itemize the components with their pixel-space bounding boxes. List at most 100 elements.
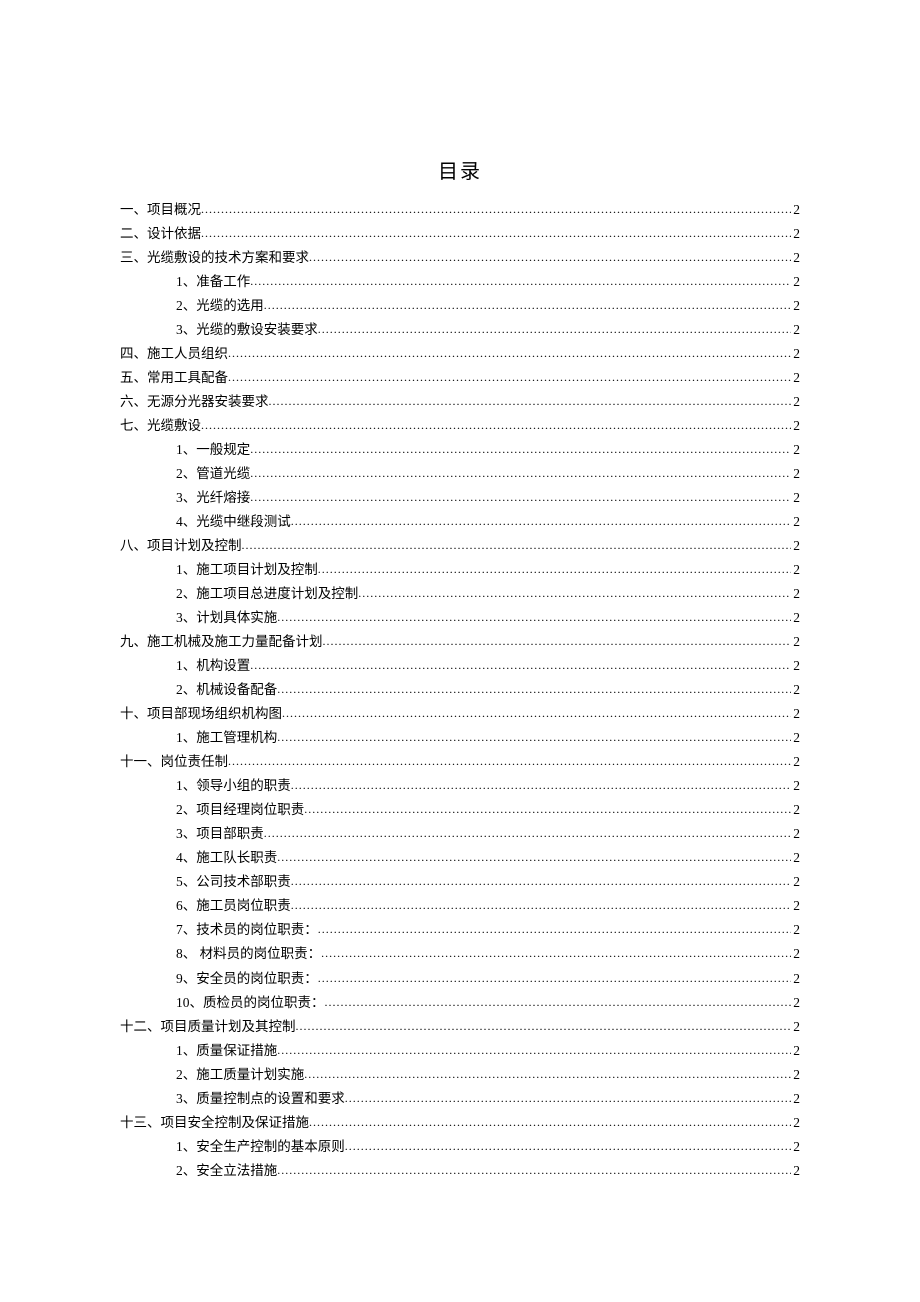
- toc-entry-label: 6、施工员岗位职责: [176, 894, 291, 918]
- toc-entry[interactable]: 九、施工机械及施工力量配备计划2: [120, 630, 800, 654]
- toc-dots: [250, 439, 791, 460]
- toc-entry[interactable]: 1、领导小组的职责2: [120, 774, 800, 798]
- toc-entry[interactable]: 4、光缆中继段测试2: [120, 510, 800, 534]
- toc-dots: [291, 511, 792, 532]
- toc-entry[interactable]: 2、机械设备配备2: [120, 678, 800, 702]
- toc-dots: [318, 968, 792, 989]
- toc-entry[interactable]: 八、项目计划及控制2: [120, 534, 800, 558]
- toc-entry[interactable]: 8、 材料员的岗位职责：2: [120, 942, 800, 966]
- toc-entry[interactable]: 一、项目概况2: [120, 198, 800, 222]
- toc-entry-label: 七、光缆敷设: [120, 414, 201, 438]
- toc-entry[interactable]: 十二、项目质量计划及其控制2: [120, 1015, 800, 1039]
- toc-entry-page: 2: [791, 774, 800, 798]
- toc-entry[interactable]: 2、管道光缆2: [120, 462, 800, 486]
- toc-entry-label: 1、施工管理机构: [176, 726, 277, 750]
- toc-entry-label: 一、项目概况: [120, 198, 201, 222]
- toc-dots: [277, 727, 791, 748]
- toc-entry[interactable]: 十一、岗位责任制2: [120, 750, 800, 774]
- toc-entry[interactable]: 1、一般规定2: [120, 438, 800, 462]
- toc-dots: [321, 943, 791, 964]
- toc-entry[interactable]: 1、质量保证措施2: [120, 1039, 800, 1063]
- toc-list: 一、项目概况2二、设计依据2三、光缆敷设的技术方案和要求21、准备工作22、光缆…: [120, 198, 800, 1183]
- toc-entry-page: 2: [791, 606, 800, 630]
- toc-entry-page: 2: [791, 894, 800, 918]
- toc-entry[interactable]: 2、光缆的选用2: [120, 294, 800, 318]
- toc-entry-label: 1、质量保证措施: [176, 1039, 277, 1063]
- toc-entry[interactable]: 1、安全生产控制的基本原则2: [120, 1135, 800, 1159]
- toc-dots: [345, 1088, 792, 1109]
- toc-entry-label: 3、项目部职责: [176, 822, 264, 846]
- toc-entry-page: 2: [791, 558, 800, 582]
- toc-entry-page: 2: [791, 1015, 800, 1039]
- toc-entry[interactable]: 5、公司技术部职责2: [120, 870, 800, 894]
- toc-entry-label: 3、质量控制点的设置和要求: [176, 1087, 345, 1111]
- toc-entry-label: 5、公司技术部职责: [176, 870, 291, 894]
- toc-dots: [250, 655, 791, 676]
- toc-entry-label: 2、管道光缆: [176, 462, 250, 486]
- toc-entry[interactable]: 1、准备工作2: [120, 270, 800, 294]
- toc-entry[interactable]: 五、常用工具配备2: [120, 366, 800, 390]
- toc-dots: [277, 1160, 791, 1181]
- toc-entry-label: 1、安全生产控制的基本原则: [176, 1135, 345, 1159]
- toc-entry[interactable]: 3、光缆的敷设安装要求2: [120, 318, 800, 342]
- toc-entry-label: 2、安全立法措施: [176, 1159, 277, 1183]
- toc-entry[interactable]: 3、光纤熔接2: [120, 486, 800, 510]
- toc-entry[interactable]: 十三、项目安全控制及保证措施 2: [120, 1111, 800, 1135]
- toc-dots: [325, 992, 792, 1013]
- toc-entry[interactable]: 2、施工项目总进度计划及控制2: [120, 582, 800, 606]
- toc-entry-label: 3、光纤熔接: [176, 486, 250, 510]
- toc-entry-label: 3、计划具体实施: [176, 606, 277, 630]
- toc-entry-label: 1、一般规定: [176, 438, 250, 462]
- toc-entry-page: 2: [791, 702, 800, 726]
- toc-entry[interactable]: 四、施工人员组织2: [120, 342, 800, 366]
- toc-entry-label: 8、 材料员的岗位职责：: [176, 942, 321, 966]
- toc-dots: [277, 607, 791, 628]
- toc-entry[interactable]: 二、设计依据 2: [120, 222, 800, 246]
- toc-entry-label: 4、光缆中继段测试: [176, 510, 291, 534]
- toc-dots: [323, 631, 792, 652]
- toc-entry-page: 2: [791, 246, 800, 270]
- toc-entry[interactable]: 2、施工质量计划实施2: [120, 1063, 800, 1087]
- toc-entry[interactable]: 1、施工管理机构2: [120, 726, 800, 750]
- toc-entry-label: 十、项目部现场组织机构图: [120, 702, 282, 726]
- toc-entry[interactable]: 10、质检员的岗位职责：2: [120, 991, 800, 1015]
- toc-entry-label: 2、项目经理岗位职责: [176, 798, 304, 822]
- toc-entry[interactable]: 七、光缆敷设2: [120, 414, 800, 438]
- toc-entry[interactable]: 4、施工队长职责2: [120, 846, 800, 870]
- toc-entry-label: 3、光缆的敷设安装要求: [176, 318, 318, 342]
- toc-entry-label: 1、施工项目计划及控制: [176, 558, 318, 582]
- toc-entry[interactable]: 6、施工员岗位职责 2: [120, 894, 800, 918]
- toc-entry-page: 2: [791, 222, 800, 246]
- toc-dots: [277, 847, 791, 868]
- toc-entry[interactable]: 7、技术员的岗位职责：2: [120, 918, 800, 942]
- toc-entry-page: 2: [791, 1111, 800, 1135]
- toc-entry[interactable]: 1、施工项目计划及控制 2: [120, 558, 800, 582]
- toc-entry[interactable]: 2、项目经理岗位职责2: [120, 798, 800, 822]
- toc-entry[interactable]: 3、计划具体实施 2: [120, 606, 800, 630]
- toc-dots: [228, 343, 791, 364]
- toc-entry-page: 2: [791, 1159, 800, 1183]
- toc-dots: [358, 583, 791, 604]
- toc-entry[interactable]: 9、安全员的岗位职责：2: [120, 967, 800, 991]
- toc-entry[interactable]: 1、机构设置2: [120, 654, 800, 678]
- toc-entry-page: 2: [791, 991, 800, 1015]
- toc-dots: [264, 295, 792, 316]
- toc-entry[interactable]: 十、项目部现场组织机构图 2: [120, 702, 800, 726]
- toc-dots: [309, 1112, 791, 1133]
- toc-entry-label: 十三、项目安全控制及保证措施: [120, 1111, 309, 1135]
- toc-entry[interactable]: 三、光缆敷设的技术方案和要求2: [120, 246, 800, 270]
- toc-entry[interactable]: 六、无源分光器安装要求2: [120, 390, 800, 414]
- toc-entry-page: 2: [791, 967, 800, 991]
- toc-entry-label: 二、设计依据: [120, 222, 201, 246]
- toc-dots: [296, 1016, 792, 1037]
- toc-entry[interactable]: 2、安全立法措施 2: [120, 1159, 800, 1183]
- toc-dots: [291, 895, 792, 916]
- toc-entry-page: 2: [791, 678, 800, 702]
- toc-dots: [228, 751, 791, 772]
- toc-entry[interactable]: 3、质量控制点的设置和要求2: [120, 1087, 800, 1111]
- toc-title: 目录: [120, 155, 800, 184]
- toc-dots: [277, 679, 791, 700]
- toc-dots: [304, 1064, 791, 1085]
- toc-entry-label: 1、机构设置: [176, 654, 250, 678]
- toc-entry[interactable]: 3、项目部职责2: [120, 822, 800, 846]
